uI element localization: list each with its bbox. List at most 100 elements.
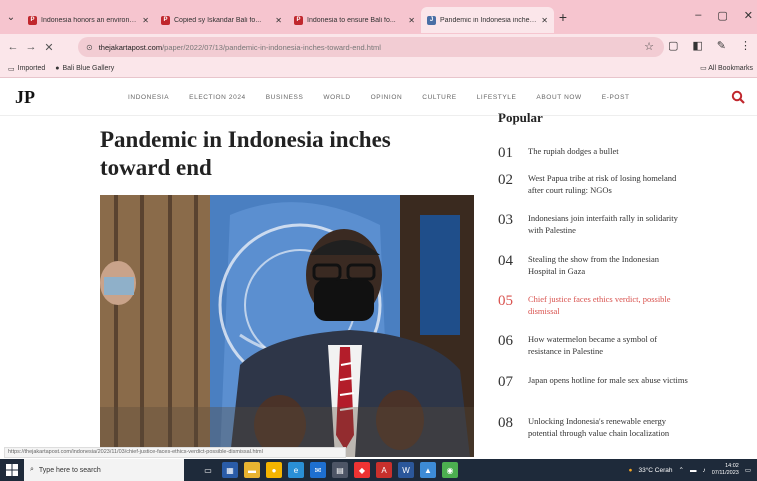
popular-item[interactable]: 04 Stealing the show from the Indonesian … — [498, 253, 688, 277]
clock-date: 07/11/2023 — [711, 470, 739, 476]
nav-item-culture[interactable]: CULTURE — [422, 94, 456, 101]
taskbar-search-input[interactable]: ⌕ Type here to search — [24, 459, 184, 481]
folder-icon: ▭ — [8, 65, 15, 73]
system-tray: ● 33°C Cerah ⌃ ▬ ♪ 14:02 07/11/2023 ▭ — [629, 463, 751, 477]
popular-headline[interactable]: Unlocking Indonesia's renewable energy p… — [528, 415, 688, 439]
edge-icon[interactable]: e — [288, 462, 304, 478]
tab-close-icon[interactable]: ✕ — [541, 16, 548, 25]
store-icon[interactable]: ▤ — [332, 462, 348, 478]
popular-headline[interactable]: West Papua tribe at risk of losing homel… — [528, 172, 688, 196]
maximize-button[interactable]: ▢ — [717, 9, 727, 22]
tab-favicon-icon: P — [294, 15, 303, 25]
popular-headline[interactable]: Japan opens hotline for male sex abuse v… — [528, 374, 688, 391]
bookmark-bali-blue[interactable]: ● Bali Blue Gallery — [55, 65, 114, 72]
weather-icon: ● — [628, 466, 633, 474]
tab-favicon-icon: J — [427, 15, 436, 25]
weather-text[interactable]: 33°C Cerah — [638, 467, 672, 474]
back-button[interactable]: ← — [4, 41, 22, 53]
site-info-icon[interactable]: ⊙ — [86, 43, 93, 52]
nav-item-e-post[interactable]: E-POST — [602, 94, 630, 101]
tray-arrow-icon[interactable]: ⌃ — [679, 466, 684, 474]
mail-icon[interactable]: ✉ — [310, 462, 326, 478]
edit-icon[interactable]: ✎ — [717, 39, 726, 52]
file-explorer-icon[interactable]: ▬ — [244, 462, 260, 478]
browser-tab[interactable]: P Indonesia to ensure Bali fo... ✕ — [288, 7, 421, 33]
popular-rank: 08 — [498, 415, 513, 431]
popular-headline[interactable]: How watermelon became a symbol of resist… — [528, 333, 688, 357]
tab-strip: ⌄ P Indonesia honors an environmental ...… — [0, 0, 757, 34]
nav-item-world[interactable]: WORLD — [323, 94, 350, 101]
status-url: https://thejakartapost.com/indonesia/202… — [4, 447, 346, 458]
popular-item[interactable]: 02 West Papua tribe at risk of losing hom… — [498, 172, 688, 196]
pdf-icon[interactable]: A — [376, 462, 392, 478]
nav-item-indonesia[interactable]: INDONESIA — [128, 94, 169, 101]
word-icon[interactable]: W — [398, 462, 414, 478]
calendar-app-icon[interactable]: ▦ — [222, 462, 238, 478]
search-icon[interactable] — [731, 90, 745, 107]
clock[interactable]: 14:02 07/11/2023 — [712, 463, 739, 477]
network-icon[interactable]: ▬ — [690, 467, 697, 474]
maps-icon[interactable]: ◉ — [442, 462, 458, 478]
popular-headline[interactable]: Chief justice faces ethics verdict, poss… — [528, 293, 688, 317]
volume-icon[interactable]: ♪ — [702, 467, 705, 474]
site-logo[interactable]: JP — [15, 87, 35, 108]
chrome-icon[interactable]: ● — [266, 462, 282, 478]
nav-item-business[interactable]: BUSINESS — [266, 94, 304, 101]
address-bar-row: ← → ✕ ⊙ thejakartapost.com /paper/2022/0… — [0, 34, 757, 60]
popular-rank: 06 — [498, 333, 513, 349]
popular-headline[interactable]: Stealing the show from the Indonesian Ho… — [528, 253, 688, 277]
paint-icon[interactable]: ◆ — [354, 462, 370, 478]
tab-search-icon[interactable]: ⌄ — [0, 12, 22, 23]
close-window-button[interactable]: ✕ — [744, 9, 753, 22]
tab-close-icon[interactable]: ✕ — [408, 16, 415, 25]
popular-item[interactable]: 03 Indonesians join interfaith rally in s… — [498, 212, 688, 236]
nav-item-lifestyle[interactable]: LIFESTYLE — [477, 94, 517, 101]
all-bookmarks-button[interactable]: ▭ All Bookmarks — [700, 64, 753, 72]
popular-headline[interactable]: The rupiah dodges a bullet — [528, 145, 688, 162]
forward-button[interactable]: → — [22, 41, 40, 53]
popular-rank: 04 — [498, 253, 513, 269]
popular-item[interactable]: 06 How watermelon became a symbol of resi… — [498, 333, 688, 357]
extensions-icon[interactable]: ▢ — [668, 39, 678, 52]
site-nav: INDONESIA ELECTION 2024 BUSINESS WORLD OPINI… — [128, 94, 630, 101]
bookmark-label: Imported — [17, 65, 46, 72]
all-bookmarks-label: All Bookmarks — [708, 65, 753, 72]
stop-button[interactable]: ✕ — [40, 41, 58, 54]
tab-label: Indonesia honors an environmental ... — [41, 16, 139, 24]
popular-rank: 02 — [498, 172, 513, 188]
new-tab-button[interactable]: + — [554, 9, 572, 25]
popular-headline[interactable]: Indonesians join interfaith rally in sol… — [528, 212, 688, 236]
browser-tab[interactable]: P Indonesia honors an environmental ...✕ — [22, 7, 155, 33]
bookmark-imported[interactable]: ▭ Imported — [8, 65, 45, 73]
popular-item[interactable]: 05 Chief justice faces ethics verdict, po… — [498, 293, 688, 317]
tab-favicon-icon: P — [161, 15, 170, 25]
start-button[interactable] — [0, 464, 24, 476]
browser-tab[interactable]: J Pandemic in Indonesia inches ... ✕ — [421, 7, 554, 33]
nav-item-about-now[interactable]: ABOUT NOW — [536, 94, 581, 101]
site-header: JP INDONESIA ELECTION 2024 BUSINESS WORLD OP… — [0, 78, 757, 116]
tab-close-icon[interactable]: ✕ — [142, 16, 149, 25]
browser-tab[interactable]: P Copied sy Iskandar Bali fo... ✕ — [155, 7, 288, 33]
task-view-icon[interactable]: ▭ — [200, 462, 216, 478]
popular-item[interactable]: 01 The rupiah dodges a bullet — [498, 145, 688, 162]
tab-label: Pandemic in Indonesia inches ... — [440, 16, 538, 24]
side-panel-icon[interactable]: ◧ — [692, 39, 702, 52]
popular-heading: Popular — [498, 110, 543, 125]
screen: ⌄ P Indonesia honors an environmental ...… — [0, 0, 757, 481]
minimize-button[interactable]: – — [695, 9, 701, 22]
nav-item-election-2024[interactable]: ELECTION 2024 — [189, 94, 246, 101]
photos-icon[interactable]: ▲ — [420, 462, 436, 478]
url-input[interactable]: ⊙ thejakartapost.com /paper/2022/07/13/p… — [78, 37, 664, 57]
site-icon: ● — [55, 65, 60, 72]
popular-item[interactable]: 07 Japan opens hotline for male sex abuse… — [498, 374, 688, 391]
nav-item-opinion[interactable]: OPINION — [371, 94, 403, 101]
tab-favicon-icon: P — [28, 15, 37, 25]
menu-icon[interactable]: ⋮ — [740, 39, 751, 52]
popular-item[interactable]: 08 Unlocking Indonesia's renewable energy… — [498, 415, 688, 439]
article-hero-image[interactable] — [100, 195, 474, 457]
bookmarks-bar: ▭ Imported ● Bali Blue Gallery ▭ All Boo… — [0, 60, 757, 78]
notification-icon[interactable]: ▭ — [745, 466, 751, 474]
bookmark-star-icon[interactable]: ☆ — [644, 40, 654, 53]
popular-rank: 03 — [498, 212, 513, 228]
tab-close-icon[interactable]: ✕ — [275, 16, 282, 25]
